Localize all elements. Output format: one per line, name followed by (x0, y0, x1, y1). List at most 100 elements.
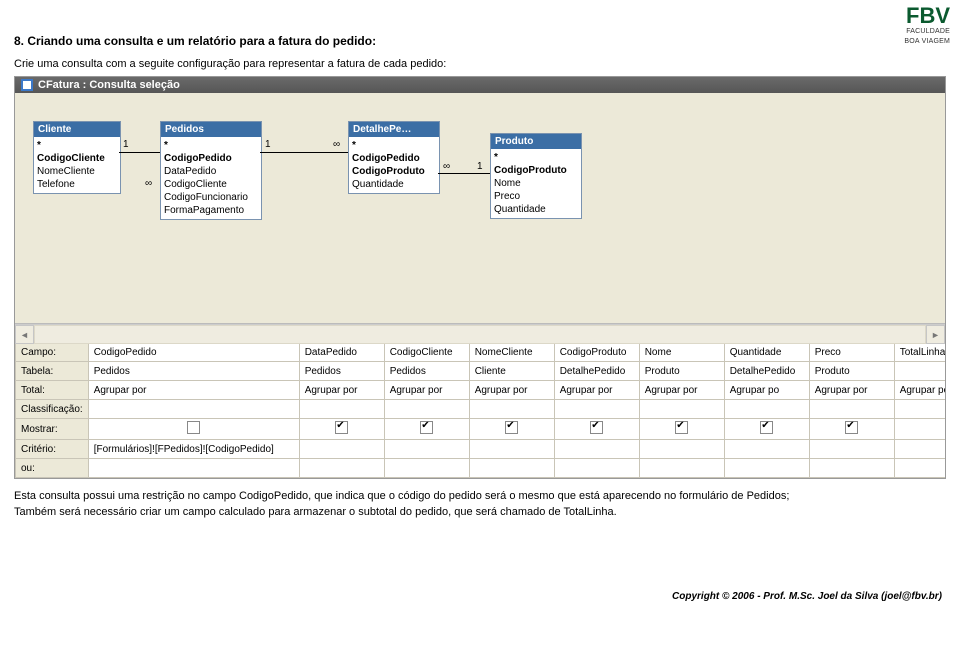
field-datapedido[interactable]: DataPedido (164, 165, 258, 178)
cell-campo-3[interactable]: NomeCliente (469, 343, 554, 362)
cell-total-6[interactable]: Agrupar po (724, 381, 809, 400)
cell-classif-1[interactable] (299, 400, 384, 419)
window-titlebar[interactable]: CFatura : Consulta seleção (15, 77, 945, 93)
qbe-grid[interactable]: Campo: CodigoPedido DataPedido CodigoCli… (15, 342, 945, 478)
designer-scrollbar[interactable]: ◄ ► (15, 324, 945, 342)
field-nomecliente[interactable]: NomeCliente (37, 165, 117, 178)
cell-classif-2[interactable] (384, 400, 469, 419)
cell-ou-3[interactable] (469, 459, 554, 478)
checkbox-icon[interactable] (420, 421, 433, 434)
cell-campo-1[interactable]: DataPedido (299, 343, 384, 362)
cell-criterio-4[interactable] (554, 440, 639, 459)
field-codigopedido[interactable]: CodigoPedido (352, 152, 436, 165)
cell-mostrar-5[interactable] (639, 419, 724, 440)
cell-total-3[interactable]: Agrupar por (469, 381, 554, 400)
cell-mostrar-8[interactable] (894, 419, 945, 440)
cell-ou-4[interactable] (554, 459, 639, 478)
cell-total-0[interactable]: Agrupar por (88, 381, 299, 400)
field-quantidade[interactable]: Quantidade (352, 178, 436, 191)
cell-ou-7[interactable] (809, 459, 894, 478)
checkbox-icon[interactable] (590, 421, 603, 434)
cell-tabela-1[interactable]: Pedidos (299, 362, 384, 381)
cell-mostrar-2[interactable] (384, 419, 469, 440)
query-designer-canvas[interactable]: Cliente * CodigoCliente NomeCliente Tele… (15, 93, 945, 324)
cell-tabela-0[interactable]: Pedidos (88, 362, 299, 381)
field-codigocliente[interactable]: CodigoCliente (164, 178, 258, 191)
cell-tabela-3[interactable]: Cliente (469, 362, 554, 381)
cell-total-5[interactable]: Agrupar por (639, 381, 724, 400)
cell-criterio-6[interactable] (724, 440, 809, 459)
cell-criterio-8[interactable] (894, 440, 945, 459)
table-produto[interactable]: Produto * CodigoProduto Nome Preco Quant… (490, 133, 582, 219)
cell-total-7[interactable]: Agrupar por (809, 381, 894, 400)
scroll-right-button[interactable]: ► (926, 325, 945, 344)
cell-mostrar-1[interactable] (299, 419, 384, 440)
cell-ou-8[interactable] (894, 459, 945, 478)
cell-ou-6[interactable] (724, 459, 809, 478)
cell-tabela-8[interactable] (894, 362, 945, 381)
cell-ou-0[interactable] (88, 459, 299, 478)
field-codigopedido[interactable]: CodigoPedido (164, 152, 258, 165)
cell-tabela-7[interactable]: Produto (809, 362, 894, 381)
cell-classif-0[interactable] (88, 400, 299, 419)
cell-criterio-5[interactable] (639, 440, 724, 459)
field-star[interactable]: * (164, 139, 258, 152)
cell-ou-1[interactable] (299, 459, 384, 478)
checkbox-icon[interactable] (505, 421, 518, 434)
field-codigoproduto[interactable]: CodigoProduto (494, 164, 578, 177)
cell-campo-4[interactable]: CodigoProduto (554, 343, 639, 362)
field-nome[interactable]: Nome (494, 177, 578, 190)
cell-ou-2[interactable] (384, 459, 469, 478)
cell-classif-4[interactable] (554, 400, 639, 419)
cell-mostrar-7[interactable] (809, 419, 894, 440)
field-star[interactable]: * (37, 139, 117, 152)
checkbox-icon[interactable] (760, 421, 773, 434)
scroll-left-button[interactable]: ◄ (15, 325, 34, 344)
table-detalhepedido[interactable]: DetalhePe… * CodigoPedido CodigoProduto … (348, 121, 440, 194)
field-telefone[interactable]: Telefone (37, 178, 117, 191)
cell-mostrar-6[interactable] (724, 419, 809, 440)
cell-classif-6[interactable] (724, 400, 809, 419)
field-preco[interactable]: Preco (494, 190, 578, 203)
cell-ou-5[interactable] (639, 459, 724, 478)
cell-criterio-0[interactable]: [Formulários]![FPedidos]![CodigoPedido] (88, 440, 299, 459)
cell-campo-8[interactable]: TotalLinha: (DetalhePedido.Quantidade*[P… (894, 343, 945, 362)
cell-campo-7[interactable]: Preco (809, 343, 894, 362)
field-star[interactable]: * (352, 139, 436, 152)
field-codigofuncionario[interactable]: CodigoFuncionario (164, 191, 258, 204)
cell-campo-5[interactable]: Nome (639, 343, 724, 362)
checkbox-icon[interactable] (845, 421, 858, 434)
field-star[interactable]: * (494, 151, 578, 164)
cell-total-1[interactable]: Agrupar por (299, 381, 384, 400)
cell-mostrar-0[interactable] (88, 419, 299, 440)
cell-campo-0[interactable]: CodigoPedido (88, 343, 299, 362)
cell-campo-6[interactable]: Quantidade (724, 343, 809, 362)
checkbox-icon[interactable] (335, 421, 348, 434)
field-codigocliente[interactable]: CodigoCliente (37, 152, 117, 165)
cell-tabela-6[interactable]: DetalhePedido (724, 362, 809, 381)
cell-mostrar-3[interactable] (469, 419, 554, 440)
cell-classif-8[interactable] (894, 400, 945, 419)
cell-classif-5[interactable] (639, 400, 724, 419)
checkbox-icon[interactable] (675, 421, 688, 434)
table-cliente[interactable]: Cliente * CodigoCliente NomeCliente Tele… (33, 121, 121, 194)
cell-tabela-2[interactable]: Pedidos (384, 362, 469, 381)
cell-criterio-3[interactable] (469, 440, 554, 459)
cell-tabela-4[interactable]: DetalhePedido (554, 362, 639, 381)
cell-mostrar-4[interactable] (554, 419, 639, 440)
table-pedidos[interactable]: Pedidos * CodigoPedido DataPedido Codigo… (160, 121, 262, 220)
cell-classif-7[interactable] (809, 400, 894, 419)
field-codigoproduto[interactable]: CodigoProduto (352, 165, 436, 178)
field-quantidade[interactable]: Quantidade (494, 203, 578, 216)
field-formapagamento[interactable]: FormaPagamento (164, 204, 258, 217)
cell-criterio-7[interactable] (809, 440, 894, 459)
cell-criterio-2[interactable] (384, 440, 469, 459)
cell-classif-3[interactable] (469, 400, 554, 419)
cell-total-4[interactable]: Agrupar por (554, 381, 639, 400)
cell-tabela-5[interactable]: Produto (639, 362, 724, 381)
scroll-track[interactable] (34, 325, 926, 344)
cell-total-2[interactable]: Agrupar por (384, 381, 469, 400)
cell-total-8[interactable]: Agrupar por (894, 381, 945, 400)
cell-criterio-1[interactable] (299, 440, 384, 459)
cell-campo-2[interactable]: CodigoCliente (384, 343, 469, 362)
